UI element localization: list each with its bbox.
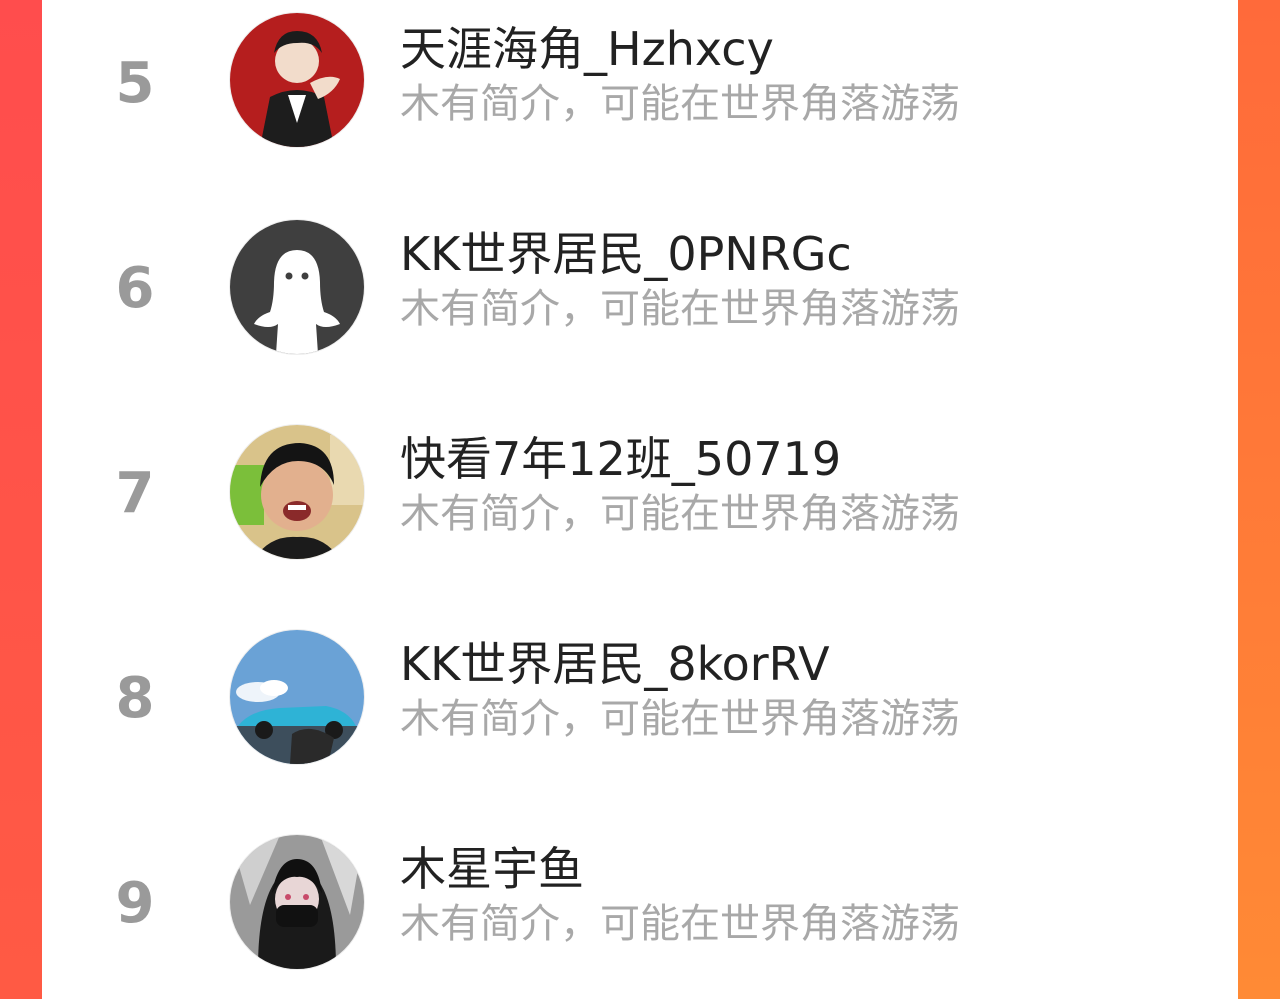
user-bio: 木有简介，可能在世界角落游荡 bbox=[400, 491, 960, 537]
right-gradient-frame bbox=[1238, 0, 1280, 999]
avatar-blue-car-photo bbox=[230, 630, 364, 764]
list-item[interactable]: 7 快看7年12班_50719 木有简介，可能在世界角落游荡 bbox=[42, 414, 1238, 574]
avatar[interactable] bbox=[230, 425, 364, 559]
ranking-list[interactable]: 5 天涯海角_Hzhxcy 木有简介，可能在世界角落游荡 6 KK世界居民_0P… bbox=[42, 0, 1238, 999]
ranking-page: 5 天涯海角_Hzhxcy 木有简介，可能在世界角落游荡 6 KK世界居民_0P… bbox=[0, 0, 1280, 999]
avatar[interactable] bbox=[230, 13, 364, 147]
user-name: KK世界居民_8korRV bbox=[400, 637, 830, 691]
user-bio: 木有简介，可能在世界角落游荡 bbox=[400, 696, 960, 742]
user-name: 天涯海角_Hzhxcy bbox=[400, 22, 774, 76]
rank-number: 7 bbox=[115, 461, 155, 526]
user-bio: 木有简介，可能在世界角落游荡 bbox=[400, 286, 960, 332]
user-bio: 木有简介，可能在世界角落游荡 bbox=[400, 81, 960, 127]
rank-number: 6 bbox=[115, 256, 155, 321]
user-name: 木星宇鱼 bbox=[400, 842, 584, 896]
avatar-masked-anime-image bbox=[230, 835, 364, 969]
left-gradient-frame bbox=[0, 0, 42, 999]
avatar[interactable] bbox=[230, 220, 364, 354]
list-item[interactable]: 5 天涯海角_Hzhxcy 木有简介，可能在世界角落游荡 bbox=[42, 4, 1238, 164]
user-name: 快看7年12班_50719 bbox=[400, 432, 842, 486]
avatar[interactable] bbox=[230, 835, 364, 969]
list-item[interactable]: 9 木星宇鱼 木有简介，可能在世界角落游荡 bbox=[42, 824, 1238, 984]
rank-number: 5 bbox=[115, 51, 155, 116]
user-bio: 木有简介，可能在世界角落游荡 bbox=[400, 901, 960, 947]
user-name: KK世界居民_0PNRGc bbox=[400, 227, 852, 281]
rank-number: 8 bbox=[115, 666, 155, 731]
avatar-anime-butler-image bbox=[230, 13, 364, 147]
rank-number: 9 bbox=[115, 871, 155, 936]
default-ghost-avatar-icon bbox=[230, 220, 364, 354]
avatar[interactable] bbox=[230, 630, 364, 764]
list-item[interactable]: 6 KK世界居民_0PNRGc 木有简介，可能在世界角落游荡 bbox=[42, 209, 1238, 369]
avatar-smiling-man-photo bbox=[230, 425, 364, 559]
list-item[interactable]: 8 KK世界居民_8korRV 木有简介，可能在世界角落游荡 bbox=[42, 619, 1238, 779]
